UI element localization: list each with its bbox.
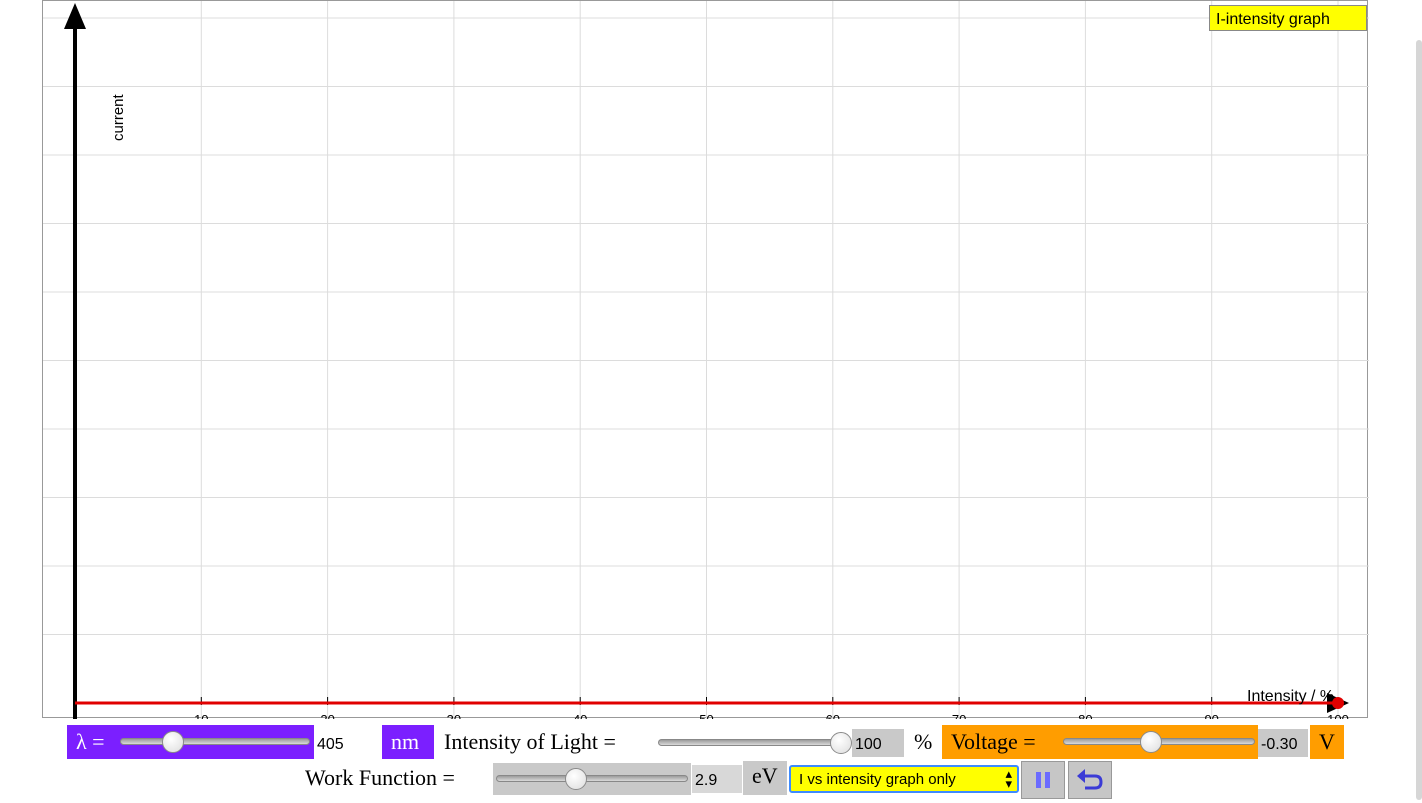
page-scrollbar[interactable]: [1416, 40, 1422, 800]
wavelength-value[interactable]: 405: [314, 729, 380, 757]
x-tick-label: 90: [1204, 712, 1218, 719]
wavelength-symbol: λ =: [67, 725, 117, 759]
intensity-label: Intensity of Light =: [444, 729, 616, 754]
intensity-value[interactable]: 100: [852, 729, 904, 757]
voltage-slider-thumb[interactable]: [1140, 731, 1163, 753]
work-function-label: Work Function =: [305, 765, 455, 790]
x-axis-label: Intensity / %: [1247, 688, 1334, 705]
x-tick-label: 30: [447, 712, 461, 719]
work-function-slider-thumb[interactable]: [564, 768, 587, 790]
x-tick-label: 100: [1327, 712, 1349, 719]
x-tick-label: 80: [1078, 712, 1092, 719]
y-axis-arrow: [64, 3, 86, 29]
intensity-unit: %: [914, 729, 933, 754]
voltage-value[interactable]: -0.30: [1258, 729, 1308, 757]
wavelength-slider[interactable]: [117, 725, 314, 759]
y-axis-label: current: [110, 93, 127, 141]
voltage-label: Voltage =: [942, 725, 1060, 759]
x-tick-label: 40: [573, 712, 587, 719]
graph-mode-selected: I vs intensity graph only: [799, 771, 956, 788]
data-series: [75, 697, 1344, 709]
x-tick-label: 20: [320, 712, 334, 719]
work-function-unit: eV: [743, 761, 787, 795]
x-tick-label: 10: [194, 712, 208, 719]
pause-icon: [1036, 772, 1050, 788]
graph-canvas: 10 20 30 40 50 60 70 80 90 100 current Intensity …: [43, 1, 1369, 719]
x-tick-label: 60: [826, 712, 840, 719]
select-arrows-icon: ▴ ▾: [1005, 766, 1012, 791]
work-function-slider-track[interactable]: [496, 775, 688, 782]
reset-icon: [1077, 769, 1103, 790]
x-tick-label: 50: [699, 712, 713, 719]
intensity-slider[interactable]: [656, 728, 852, 758]
graph-type-badge: I-intensity graph: [1209, 5, 1367, 31]
wavelength-slider-thumb[interactable]: [162, 731, 185, 753]
reset-button[interactable]: [1068, 761, 1112, 799]
x-tick-label: 70: [952, 712, 966, 719]
work-function-value[interactable]: 2.9: [692, 765, 742, 793]
grid: [43, 1, 1369, 719]
voltage-slider[interactable]: [1060, 725, 1258, 759]
work-function-slider[interactable]: [493, 763, 691, 795]
graph-panel: 10 20 30 40 50 60 70 80 90 100 current Intensity …: [42, 0, 1369, 719]
pause-button[interactable]: [1021, 761, 1065, 799]
wavelength-unit: nm: [382, 725, 434, 759]
voltage-unit: V: [1310, 725, 1344, 759]
graph-mode-select[interactable]: I vs intensity graph only ▴ ▾: [789, 765, 1019, 793]
intensity-slider-track[interactable]: [658, 739, 850, 746]
intensity-slider-thumb[interactable]: [830, 732, 852, 754]
x-tick-labels: 10 20 30 40 50 60 70 80 90 100: [194, 697, 1349, 719]
wavelength-slider-track[interactable]: [120, 738, 310, 745]
